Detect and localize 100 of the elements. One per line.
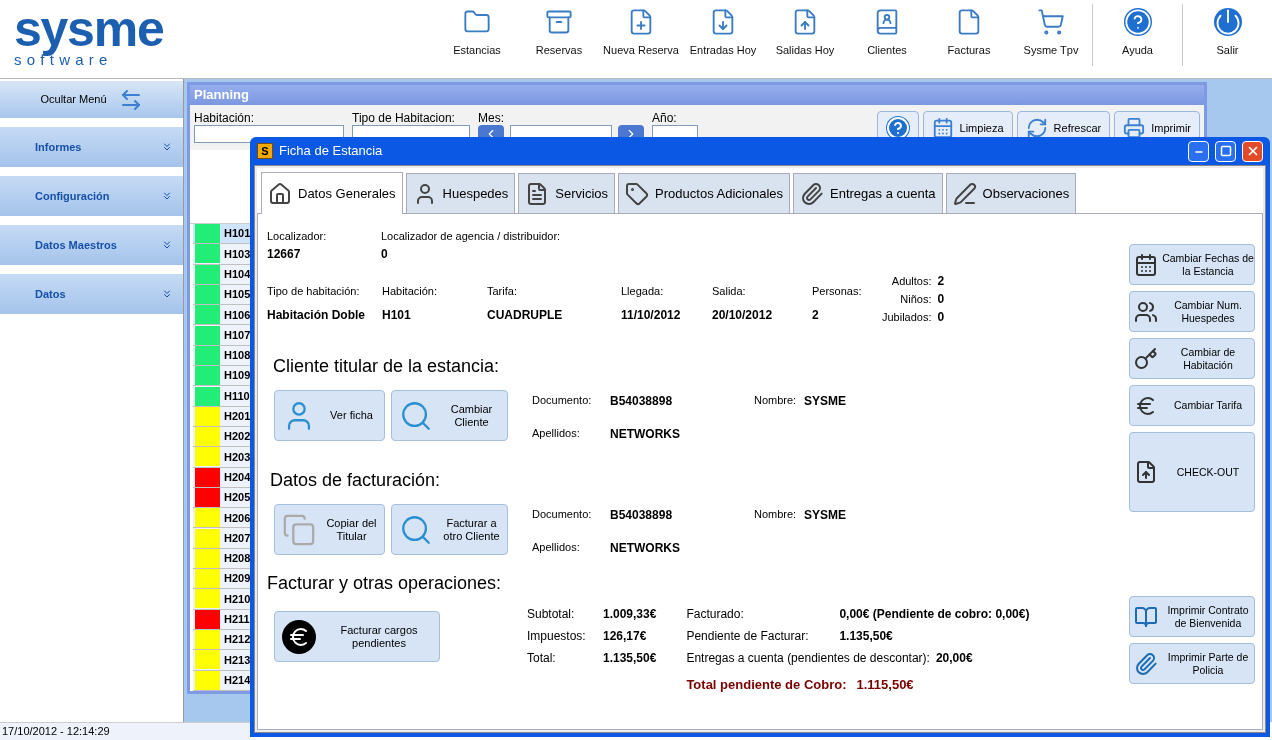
total-label: Impuestos: xyxy=(527,628,587,645)
total-label: Pendiente de Facturar: xyxy=(686,628,810,645)
total-label: Subtotal: xyxy=(527,606,576,623)
section-heading: Facturar y otras operaciones: xyxy=(267,572,503,595)
field-label: Niños: xyxy=(899,292,932,307)
room-label: H209 xyxy=(224,571,251,587)
printer-icon xyxy=(1123,117,1146,139)
field-label: Nombre: xyxy=(754,507,798,522)
menu-section[interactable]: Datos Maestros xyxy=(0,225,183,265)
action-button[interactable]: Facturar a otro Cliente xyxy=(391,504,508,555)
cart-icon xyxy=(1037,8,1065,36)
refresh-icon xyxy=(1025,117,1048,139)
action-button[interactable]: Facturar cargos pendientes xyxy=(274,611,440,662)
field-value: B54038898 xyxy=(610,507,674,524)
euro-icon xyxy=(282,619,316,654)
room-label: H202 xyxy=(224,429,251,445)
tab[interactable]: Entregas a cuenta xyxy=(793,173,943,213)
room-label: H214 xyxy=(224,672,251,688)
action-button[interactable]: Cambiar de Habitación xyxy=(1129,338,1255,379)
total-label: Total: xyxy=(527,650,557,667)
field-label: Adultos: xyxy=(890,274,932,289)
calendar-icon xyxy=(1134,252,1158,277)
book-icon xyxy=(1134,604,1158,629)
field-value: SYSME xyxy=(804,507,846,524)
room-label: H205 xyxy=(224,490,251,506)
maximize-icon xyxy=(1219,145,1232,157)
room-label: H208 xyxy=(224,551,251,567)
action-button[interactable]: Ver ficha xyxy=(274,390,385,441)
maximize-button[interactable] xyxy=(1215,140,1236,162)
action-button[interactable]: Cambiar Num. Huespedes xyxy=(1129,291,1255,332)
room-label: H103 xyxy=(224,246,251,262)
toolbar-button[interactable]: Estancias xyxy=(436,4,518,66)
field-value: 0 xyxy=(381,245,389,263)
field-label: Llegada: xyxy=(621,284,665,299)
room-label: H211 xyxy=(224,612,250,628)
action-button[interactable]: Imprimir Parte de Policia xyxy=(1129,643,1255,684)
toolbar-button[interactable]: Salidas Hoy xyxy=(764,4,846,66)
tab[interactable]: Observaciones xyxy=(945,173,1077,213)
people-icon xyxy=(1134,299,1158,324)
toolbar-button[interactable]: Ayuda xyxy=(1093,4,1182,66)
action-button[interactable]: CHECK-OUT xyxy=(1129,432,1255,512)
menu-section[interactable]: Informes xyxy=(0,127,183,167)
action-button[interactable]: Cambiar Tarifa xyxy=(1129,385,1255,426)
chevrons-icon xyxy=(161,141,173,153)
menu-section[interactable]: Datos xyxy=(0,274,183,314)
field-value: NETWORKS xyxy=(610,540,681,557)
hide-menu-button[interactable]: Ocultar Menú xyxy=(0,81,183,118)
field-value: 11/10/2012 xyxy=(621,306,682,324)
key-icon xyxy=(1134,346,1158,371)
close-button[interactable] xyxy=(1242,140,1263,162)
tag-icon xyxy=(625,181,650,206)
field-label: Localizador: xyxy=(267,229,328,244)
menu-section[interactable]: Configuración xyxy=(0,176,183,216)
total-due-value: 1.115,50€ xyxy=(856,676,914,695)
action-button[interactable]: Copiar del Titular xyxy=(274,504,385,555)
action-button[interactable]: Cambiar Cliente xyxy=(391,390,508,441)
tab[interactable]: Huespedes xyxy=(405,173,516,213)
total-value: 0,00€ (Pendiente de cobro: 0,00€) xyxy=(839,606,1030,623)
field-label: Nombre: xyxy=(754,393,798,408)
room-label: H201 xyxy=(224,409,251,425)
toolbar-button[interactable]: Reservas xyxy=(518,4,600,66)
filter-label: Mes: xyxy=(478,111,505,125)
chevrons-icon xyxy=(161,288,173,300)
house-icon xyxy=(268,181,292,206)
room-label: H212 xyxy=(224,632,251,648)
field-value: CUADRUPLE xyxy=(487,306,564,324)
tab[interactable]: Servicios xyxy=(518,173,616,213)
toolbar-button[interactable]: Salir xyxy=(1183,4,1272,66)
field-label: Apellidos: xyxy=(532,540,581,555)
action-button[interactable]: Cambiar Fechas de la Estancia xyxy=(1129,244,1255,285)
app-icon: S xyxy=(257,143,273,159)
minimize-button[interactable] xyxy=(1188,140,1209,162)
room-label: H203 xyxy=(224,449,251,465)
section-heading: Cliente titular de la estancia: xyxy=(272,355,501,378)
field-label: Localizador de agencia / distribuidor: xyxy=(381,229,561,244)
action-button[interactable]: Imprimir Contrato de Bienvenida xyxy=(1129,596,1255,637)
field-value: Habitación Doble xyxy=(267,306,366,324)
field-label: Apellidos: xyxy=(532,426,581,441)
total-label: Facturado: xyxy=(686,606,745,623)
total-value: 1.135,50€ xyxy=(603,650,657,667)
toolbar-button[interactable]: Facturas xyxy=(928,4,1010,66)
section-heading: Datos de facturación: xyxy=(269,469,442,492)
toolbar-button[interactable]: Clientes xyxy=(846,4,928,66)
toolbar-button[interactable]: Nueva Reserva xyxy=(600,4,682,66)
tab[interactable]: Datos Generales xyxy=(261,172,403,214)
toolbar-button[interactable]: Sysme Tpv xyxy=(1010,4,1092,66)
room-label: H106 xyxy=(224,307,251,323)
documents-icon xyxy=(282,512,316,547)
total-value: 20,00€ xyxy=(935,650,973,667)
field-value: H101 xyxy=(382,306,412,324)
field-value: 2 xyxy=(812,306,820,324)
calendar-icon xyxy=(931,117,954,139)
filter-label: Año: xyxy=(652,111,678,125)
power-icon xyxy=(1213,8,1242,36)
chevrons-icon xyxy=(161,190,173,202)
field-value: SYSME xyxy=(804,393,846,410)
toolbar-button[interactable]: Entradas Hoy xyxy=(682,4,764,66)
help-icon xyxy=(1123,8,1152,36)
field-label: Tarifa: xyxy=(487,284,518,299)
tab[interactable]: Productos Adicionales xyxy=(618,173,790,213)
